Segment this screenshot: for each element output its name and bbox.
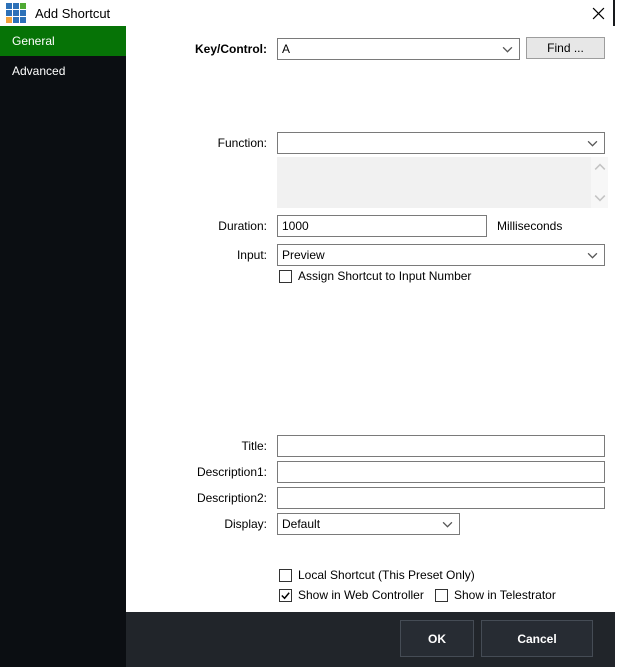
input-label: Input: — [126, 244, 267, 266]
sidebar-item-advanced[interactable]: Advanced — [0, 56, 126, 86]
web-controller-label: Show in Web Controller — [298, 588, 424, 602]
display-select[interactable]: Default — [277, 513, 460, 535]
function-label: Function: — [126, 132, 267, 154]
telestrator-checkbox[interactable]: Show in Telestrator — [435, 588, 556, 602]
general-tab-panel: Key/Control: A Find ... Function: — [126, 26, 615, 612]
checkbox-box[interactable] — [435, 589, 448, 602]
display-value: Default — [282, 517, 442, 531]
description1-input[interactable] — [277, 461, 605, 483]
description1-label: Description1: — [126, 461, 267, 483]
duration-label: Duration: — [126, 215, 267, 237]
chevron-down-icon — [587, 252, 598, 259]
chevron-down-icon — [442, 521, 453, 528]
chevron-down-icon — [587, 140, 598, 147]
ok-button[interactable]: OK — [400, 620, 474, 657]
add-shortcut-dialog: Add Shortcut General Advanced Key/Contro… — [0, 0, 615, 667]
duration-input[interactable] — [277, 215, 487, 237]
key-control-select[interactable]: A — [277, 38, 520, 60]
titlebar: Add Shortcut — [0, 0, 613, 26]
close-icon[interactable] — [591, 6, 606, 21]
app-logo-icon — [6, 3, 26, 23]
telestrator-label: Show in Telestrator — [454, 588, 556, 602]
dialog-footer: OK Cancel — [126, 612, 615, 667]
scroll-up-icon[interactable] — [594, 160, 606, 174]
find-button[interactable]: Find ... — [526, 37, 605, 59]
sidebar: General Advanced — [0, 26, 126, 667]
title-input[interactable] — [277, 435, 605, 457]
title-label: Title: — [126, 435, 267, 457]
input-value: Preview — [282, 248, 587, 262]
function-select[interactable] — [277, 132, 605, 154]
function-description-box — [277, 157, 608, 208]
key-control-value: A — [282, 42, 502, 56]
duration-unit-label: Milliseconds — [497, 215, 562, 237]
cancel-button[interactable]: Cancel — [481, 620, 593, 657]
scroll-down-icon[interactable] — [594, 191, 606, 205]
chevron-down-icon — [502, 46, 513, 53]
scrollbar[interactable] — [591, 157, 608, 208]
window-title: Add Shortcut — [35, 6, 110, 21]
sidebar-item-general[interactable]: General — [0, 26, 126, 56]
check-icon — [280, 590, 291, 601]
checkbox-box[interactable] — [279, 569, 292, 582]
key-control-label: Key/Control: — [126, 38, 267, 60]
display-label: Display: — [126, 513, 267, 535]
description2-input[interactable] — [277, 487, 605, 509]
web-controller-checkbox[interactable]: Show in Web Controller — [279, 588, 424, 602]
description2-label: Description2: — [126, 487, 267, 509]
assign-input-number-checkbox[interactable]: Assign Shortcut to Input Number — [279, 269, 471, 283]
local-shortcut-checkbox[interactable]: Local Shortcut (This Preset Only) — [279, 568, 475, 582]
local-shortcut-label: Local Shortcut (This Preset Only) — [298, 568, 475, 582]
checkbox-box[interactable] — [279, 589, 292, 602]
assign-input-number-label: Assign Shortcut to Input Number — [298, 269, 471, 283]
checkbox-box[interactable] — [279, 270, 292, 283]
input-select[interactable]: Preview — [277, 244, 605, 266]
